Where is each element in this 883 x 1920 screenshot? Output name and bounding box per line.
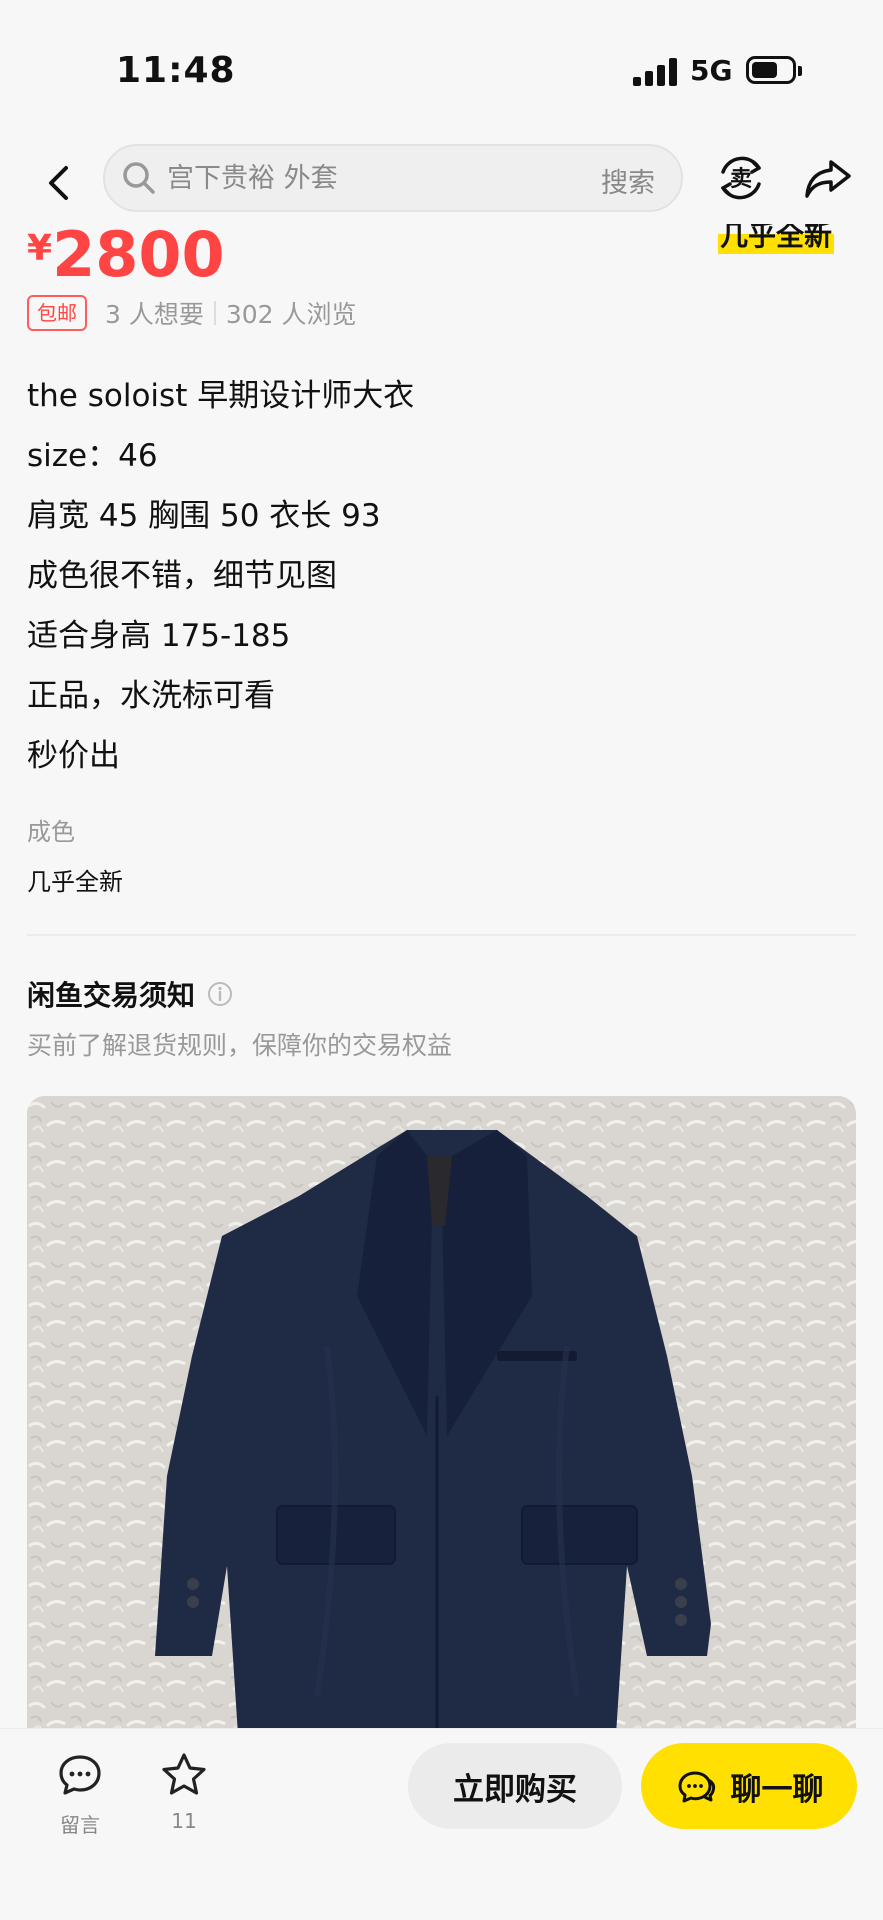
buy-now-button[interactable]: 立即购买 xyxy=(408,1743,622,1829)
favorite-button[interactable]: 11 xyxy=(144,1751,224,1833)
price-currency: ¥ xyxy=(27,228,53,269)
sell-icon-char: 卖 xyxy=(730,166,752,192)
price: ¥2800 xyxy=(27,224,225,291)
stat-divider xyxy=(213,301,216,325)
description-line: 肩宽 45 胸围 50 衣长 93 xyxy=(27,498,381,534)
comment-button[interactable]: 留言 xyxy=(40,1751,120,1838)
trade-notice-title[interactable]: 闲鱼交易须知 xyxy=(27,974,233,1014)
section-divider xyxy=(27,934,856,936)
search-button[interactable]: 搜索 xyxy=(601,161,655,200)
chat-button[interactable]: 聊一聊 xyxy=(641,1743,857,1829)
condition-value: 几乎全新 xyxy=(27,868,123,896)
product-content: ¥2800 几乎全新 包邮 3 人想要 302 人浏览 the soloist … xyxy=(0,224,883,1728)
network-label: 5G xyxy=(690,54,733,87)
comment-label: 留言 xyxy=(60,1813,100,1837)
bottom-action-bar: 留言 11 立即购买 聊一聊 xyxy=(0,1728,883,1920)
back-icon[interactable] xyxy=(35,158,85,208)
status-bar: 11:48 5G xyxy=(0,0,883,140)
info-icon[interactable] xyxy=(207,981,233,1007)
star-icon xyxy=(162,1753,206,1795)
search-input[interactable] xyxy=(167,160,497,196)
trade-notice-title-text: 闲鱼交易须知 xyxy=(27,979,196,1012)
trade-notice-subtitle: 买前了解退货规则，保障你的交易权益 xyxy=(27,1031,453,1060)
battery-icon xyxy=(746,56,802,84)
signal-icon xyxy=(633,58,677,86)
product-stats: 包邮 3 人想要 302 人浏览 xyxy=(27,294,357,332)
description-line: the soloist 早期设计师大衣 xyxy=(27,378,415,414)
free-shipping-badge: 包邮 xyxy=(27,295,87,331)
product-description: the soloist 早期设计师大衣 size：46 肩宽 45 胸围 50 … xyxy=(27,366,414,786)
comment-icon xyxy=(59,1755,101,1795)
share-icon[interactable] xyxy=(803,154,853,202)
search-bar[interactable]: 搜索 xyxy=(103,144,683,212)
top-nav: 搜索 卖 xyxy=(0,140,883,230)
description-line: 成色很不错，细节见图 xyxy=(27,558,337,594)
chat-label: 聊一聊 xyxy=(730,1771,824,1808)
search-icon xyxy=(123,162,155,194)
coat-image xyxy=(27,1096,856,1728)
favorite-count: 11 xyxy=(171,1809,197,1833)
product-photo[interactable] xyxy=(27,1096,856,1728)
chat-icon xyxy=(678,1771,715,1803)
status-time: 11:48 xyxy=(116,50,236,91)
wants-count: 3 人想要 xyxy=(105,300,204,329)
views-count: 302 人浏览 xyxy=(225,300,357,329)
condition-tag: 几乎全新 xyxy=(718,224,835,254)
price-value: 2800 xyxy=(52,224,225,291)
description-line: 秒价出 xyxy=(27,738,120,774)
sell-icon[interactable]: 卖 xyxy=(715,152,767,204)
description-line: 适合身高 175-185 xyxy=(27,618,291,654)
condition-label: 成色 xyxy=(27,818,75,846)
description-line: size：46 xyxy=(27,438,158,474)
description-line: 正品，水洗标可看 xyxy=(27,678,275,714)
product-page: 11:48 5G 搜索 卖 xyxy=(0,0,883,1920)
